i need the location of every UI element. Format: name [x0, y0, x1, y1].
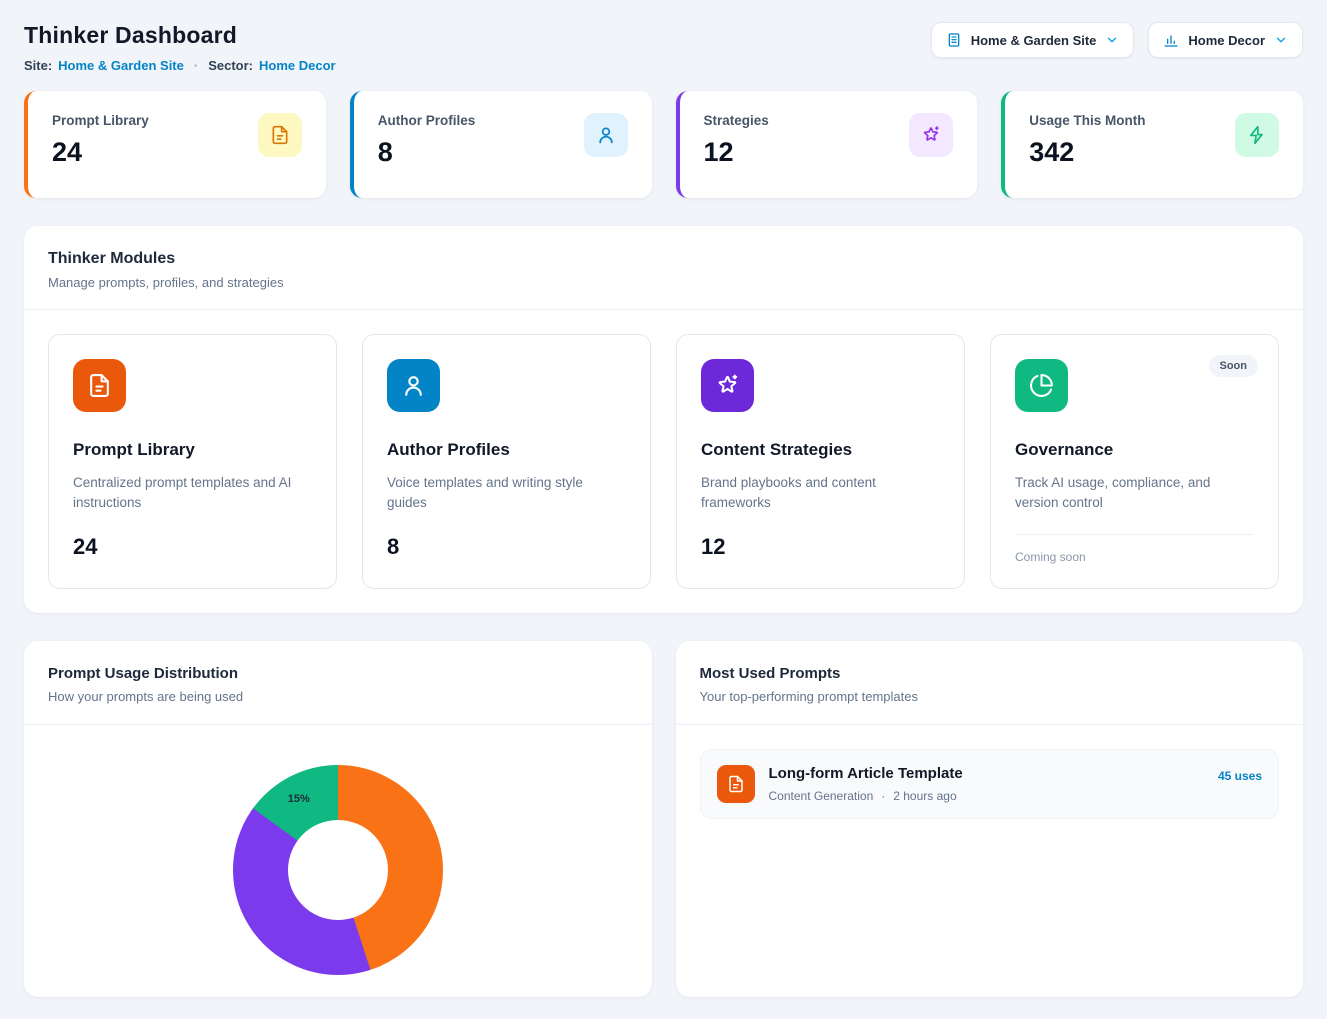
page-header: Thinker Dashboard Site: Home & Garden Si… [24, 22, 1303, 73]
sector-selector-dropdown[interactable]: Home Decor [1148, 22, 1303, 58]
stat-text: Prompt Library 24 [52, 113, 149, 168]
header-left: Thinker Dashboard Site: Home & Garden Si… [24, 22, 336, 73]
chevron-down-icon [1105, 33, 1119, 47]
module-title: Author Profiles [387, 440, 626, 460]
document-icon [717, 765, 755, 803]
person-icon [584, 113, 628, 157]
module-card-governance[interactable]: Soon Governance Track AI usage, complian… [990, 334, 1279, 589]
stat-card-prompt-library: Prompt Library 24 [24, 91, 326, 198]
stat-value: 24 [52, 137, 149, 168]
stats-row: Prompt Library 24 Author Profiles 8 Stra… [24, 91, 1303, 198]
chevron-down-icon [1274, 33, 1288, 47]
divider [1015, 534, 1254, 535]
donut-chart: 15% [233, 765, 443, 975]
prompt-item-time: 2 hours ago [893, 789, 956, 803]
module-card-author-profiles[interactable]: Author Profiles Voice templates and writ… [362, 334, 651, 589]
stat-label: Strategies [704, 113, 769, 128]
sector-selector-label: Home Decor [1188, 33, 1265, 48]
stat-card-author-profiles: Author Profiles 8 [350, 91, 652, 198]
header-controls: Home & Garden Site Home Decor [931, 22, 1303, 58]
module-count: 12 [701, 534, 940, 560]
most-used-prompts-card: Most Used Prompts Your top-performing pr… [676, 641, 1304, 997]
prompt-list: Long-form Article Template Content Gener… [676, 725, 1304, 843]
site-label: Site: [24, 58, 52, 73]
module-description: Centralized prompt templates and AI inst… [73, 473, 312, 514]
document-icon [258, 113, 302, 157]
list-item-long-form-article[interactable]: Long-form Article Template Content Gener… [700, 749, 1280, 819]
bottom-row: Prompt Usage Distribution How your promp… [24, 641, 1303, 997]
module-title: Prompt Library [73, 440, 312, 460]
stat-label: Prompt Library [52, 113, 149, 128]
person-icon [387, 359, 440, 412]
module-card-content-strategies[interactable]: Content Strategies Brand playbooks and c… [676, 334, 965, 589]
modules-grid: Prompt Library Centralized prompt templa… [24, 310, 1303, 613]
module-title: Content Strategies [701, 440, 940, 460]
pie-chart-icon [1015, 359, 1068, 412]
module-title: Governance [1015, 440, 1254, 460]
stat-label: Author Profiles [378, 113, 476, 128]
dashboard-page: Thinker Dashboard Site: Home & Garden Si… [0, 0, 1327, 1019]
prompt-item-uses-badge: 45 uses [1218, 769, 1262, 783]
module-description: Brand playbooks and content frameworks [701, 473, 940, 514]
most-used-prompts-title: Most Used Prompts [700, 665, 1280, 682]
prompt-usage-header: Prompt Usage Distribution How your promp… [24, 641, 652, 724]
chart-area: 15% [24, 725, 652, 997]
site-link[interactable]: Home & Garden Site [58, 58, 184, 73]
module-description: Track AI usage, compliance, and version … [1015, 473, 1254, 514]
prompt-usage-card: Prompt Usage Distribution How your promp… [24, 641, 652, 997]
most-used-prompts-header: Most Used Prompts Your top-performing pr… [676, 641, 1304, 724]
separator-dot: · [194, 58, 198, 73]
prompt-item-meta: Content Generation · 2 hours ago [769, 789, 1204, 803]
coming-soon-text: Coming soon [1015, 550, 1254, 564]
stat-value: 8 [378, 137, 476, 168]
stat-text: Author Profiles 8 [378, 113, 476, 168]
soon-badge: Soon [1209, 355, 1259, 377]
module-card-prompt-library[interactable]: Prompt Library Centralized prompt templa… [48, 334, 337, 589]
prompt-item-body: Long-form Article Template Content Gener… [769, 765, 1204, 803]
prompt-item-title: Long-form Article Template [769, 765, 1204, 782]
stat-card-usage: Usage This Month 342 [1001, 91, 1303, 198]
sparkle-star-icon [701, 359, 754, 412]
modules-subtitle: Manage prompts, profiles, and strategies [48, 275, 1279, 290]
prompt-usage-title: Prompt Usage Distribution [48, 665, 628, 682]
module-count: 8 [387, 534, 626, 560]
donut-hole [288, 820, 388, 920]
bar-chart-icon [1163, 32, 1179, 48]
modules-title: Thinker Modules [48, 250, 1279, 268]
site-selector-label: Home & Garden Site [971, 33, 1097, 48]
modules-panel-header: Thinker Modules Manage prompts, profiles… [24, 226, 1303, 309]
sector-link[interactable]: Home Decor [259, 58, 336, 73]
sector-label: Sector: [208, 58, 253, 73]
site-sector-line: Site: Home & Garden Site · Sector: Home … [24, 58, 336, 73]
module-count: 24 [73, 534, 312, 560]
lightning-bolt-icon [1235, 113, 1279, 157]
site-selector-dropdown[interactable]: Home & Garden Site [931, 22, 1135, 58]
stat-value: 12 [704, 137, 769, 168]
document-icon [73, 359, 126, 412]
stat-text: Usage This Month 342 [1029, 113, 1145, 168]
stat-card-strategies: Strategies 12 [676, 91, 978, 198]
separator-dot: · [881, 789, 885, 803]
building-icon [946, 32, 962, 48]
prompt-item-category: Content Generation [769, 789, 874, 803]
donut-segment-label: 15% [288, 793, 310, 805]
most-used-prompts-subtitle: Your top-performing prompt templates [700, 689, 1280, 704]
sparkle-star-icon [909, 113, 953, 157]
module-description: Voice templates and writing style guides [387, 473, 626, 514]
stat-label: Usage This Month [1029, 113, 1145, 128]
thinker-modules-panel: Thinker Modules Manage prompts, profiles… [24, 226, 1303, 613]
stat-value: 342 [1029, 137, 1145, 168]
prompt-usage-subtitle: How your prompts are being used [48, 689, 628, 704]
stat-text: Strategies 12 [704, 113, 769, 168]
page-title: Thinker Dashboard [24, 22, 336, 49]
